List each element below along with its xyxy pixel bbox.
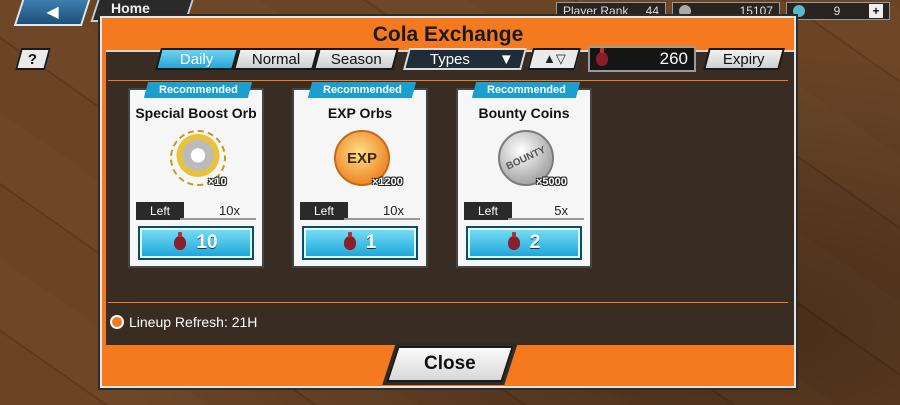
buy-button[interactable]: 10 <box>138 226 254 260</box>
cola-bottle-icon <box>507 232 520 250</box>
exchange-card[interactable]: Recommended Special Boost Orb ×10 Left 1… <box>128 82 264 268</box>
tab-normal[interactable]: Normal <box>233 48 319 70</box>
stock-left-value: 5x <box>554 203 568 218</box>
expiry-button[interactable]: Expiry <box>703 48 785 70</box>
item-quantity: ×1200 <box>372 176 403 188</box>
recommended-badge: Recommended <box>143 82 253 98</box>
back-arrow-icon: ◀ <box>46 4 59 21</box>
price: 10 <box>196 232 218 253</box>
clock-icon <box>110 315 124 329</box>
recommended-badge: Recommended <box>471 82 581 98</box>
close-button[interactable]: Close <box>386 346 514 382</box>
tab-daily[interactable]: Daily <box>155 48 239 70</box>
item-name: EXP Orbs <box>327 105 393 121</box>
buy-button[interactable]: 1 <box>302 226 418 260</box>
chevron-down-icon: ▼ <box>499 50 514 68</box>
back-button[interactable]: ◀ <box>13 0 91 26</box>
exchange-card[interactable]: Recommended EXP Orbs EXP ×1200 Left 10x … <box>292 82 428 268</box>
item-name: Special Boost Orb <box>135 105 257 121</box>
divider-top <box>108 80 788 81</box>
gem-counter: 9 + <box>786 2 890 20</box>
tab-season[interactable]: Season <box>313 48 399 70</box>
stock-row: Left 5x <box>464 202 584 220</box>
cola-bottle-icon <box>174 232 187 250</box>
sort-order-button[interactable]: ▲▽ <box>527 48 581 70</box>
cola-bottle-icon <box>343 232 356 250</box>
stock-row: Left 10x <box>300 202 420 220</box>
lineup-refresh: Lineup Refresh: 21H <box>110 314 257 330</box>
types-dropdown[interactable]: Types ▼ <box>403 48 527 70</box>
stock-left-value: 10x <box>383 203 404 218</box>
item-quantity: ×5000 <box>536 176 567 188</box>
stock-row: Left 10x <box>136 202 256 220</box>
help-button[interactable]: ? <box>15 48 51 70</box>
item-quantity: ×10 <box>208 176 227 188</box>
item-name: Bounty Coins <box>478 105 570 121</box>
divider-bottom <box>108 302 788 303</box>
sort-icon: ▲▽ <box>542 51 566 66</box>
add-gems-button[interactable]: + <box>869 4 883 18</box>
price: 1 <box>365 232 377 253</box>
recommended-badge: Recommended <box>307 82 417 98</box>
price: 2 <box>529 232 541 253</box>
stock-left-value: 10x <box>219 203 240 218</box>
cola-bottle-icon <box>596 48 608 66</box>
cola-balance: 260 <box>588 46 696 72</box>
buy-button[interactable]: 2 <box>466 226 582 260</box>
exchange-card[interactable]: Recommended Bounty Coins BOUNTY ×5000 Le… <box>456 82 592 268</box>
